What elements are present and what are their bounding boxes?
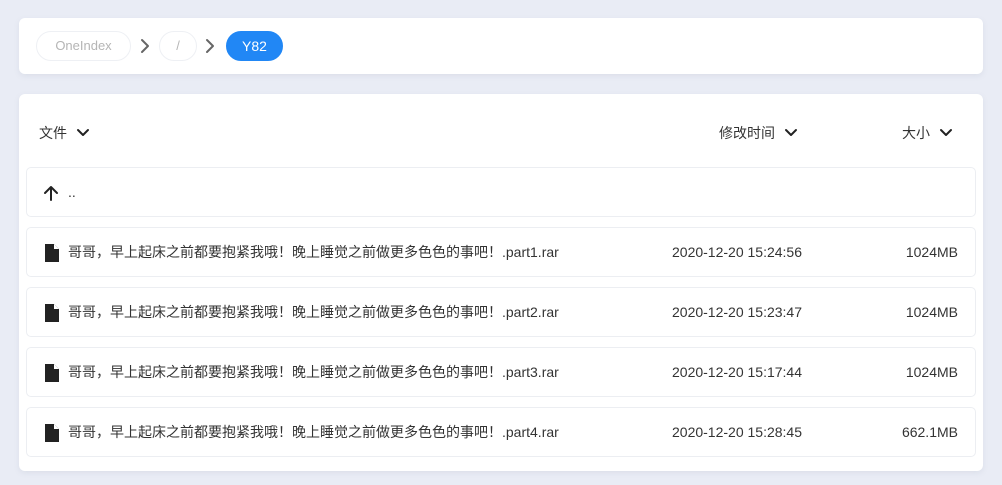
- header-file-label: 文件: [39, 125, 67, 141]
- chevron-down-icon: [77, 129, 89, 136]
- sort-by-size-button[interactable]: 大小: [902, 123, 953, 143]
- parent-directory-label: ..: [68, 184, 76, 200]
- header-size-label: 大小: [902, 125, 930, 141]
- file-size: 1024MB: [905, 304, 958, 320]
- sort-by-file-button[interactable]: 文件: [39, 123, 90, 143]
- chevron-down-icon: [940, 129, 952, 136]
- file-row[interactable]: 哥哥，早上起床之前都要抱紧我哦！晚上睡觉之前做更多色色的事吧！.part3.ra…: [26, 347, 976, 397]
- chevron-right-icon: [141, 39, 149, 53]
- file-icon: [45, 364, 59, 382]
- breadcrumb: OneIndex / Y82: [19, 18, 983, 74]
- breadcrumb-item-current[interactable]: Y82: [226, 31, 283, 61]
- file-name[interactable]: 哥哥，早上起床之前都要抱紧我哦！晚上睡觉之前做更多色色的事吧！.part4.ra…: [68, 408, 559, 456]
- file-row[interactable]: 哥哥，早上起床之前都要抱紧我哦！晚上睡觉之前做更多色色的事吧！.part4.ra…: [26, 407, 976, 457]
- file-list: 文件 修改时间 大小 .. 哥哥，早上起床之前都要抱紧我哦！晚上睡觉之前做更多色…: [19, 94, 983, 471]
- file-modified: 2020-12-20 15:23:47: [672, 304, 802, 320]
- chevron-down-icon: [785, 129, 797, 136]
- file-size: 1024MB: [905, 244, 958, 260]
- file-modified: 2020-12-20 15:17:44: [672, 364, 802, 380]
- breadcrumb-item-root[interactable]: /: [159, 31, 197, 61]
- file-name[interactable]: 哥哥，早上起床之前都要抱紧我哦！晚上睡觉之前做更多色色的事吧！.part2.ra…: [68, 288, 559, 336]
- sort-by-modified-button[interactable]: 修改时间: [719, 123, 798, 143]
- file-modified: 2020-12-20 15:28:45: [672, 424, 802, 440]
- file-row[interactable]: 哥哥，早上起床之前都要抱紧我哦！晚上睡觉之前做更多色色的事吧！.part1.ra…: [26, 227, 976, 277]
- file-name[interactable]: 哥哥，早上起床之前都要抱紧我哦！晚上睡觉之前做更多色色的事吧！.part3.ra…: [68, 348, 559, 396]
- file-icon: [45, 244, 59, 262]
- file-size: 1024MB: [905, 364, 958, 380]
- chevron-right-icon: [206, 39, 214, 53]
- file-row[interactable]: 哥哥，早上起床之前都要抱紧我哦！晚上睡觉之前做更多色色的事吧！.part2.ra…: [26, 287, 976, 337]
- file-modified: 2020-12-20 15:24:56: [672, 244, 802, 260]
- file-name[interactable]: 哥哥，早上起床之前都要抱紧我哦！晚上睡觉之前做更多色色的事吧！.part1.ra…: [68, 228, 559, 276]
- parent-directory-row[interactable]: ..: [26, 167, 976, 217]
- file-size: 662.1MB: [901, 424, 958, 440]
- file-icon: [45, 304, 59, 322]
- header-modified-label: 修改时间: [719, 125, 775, 141]
- breadcrumb-item-home[interactable]: OneIndex: [36, 31, 131, 61]
- arrow-up-icon: [44, 186, 58, 201]
- file-icon: [45, 424, 59, 442]
